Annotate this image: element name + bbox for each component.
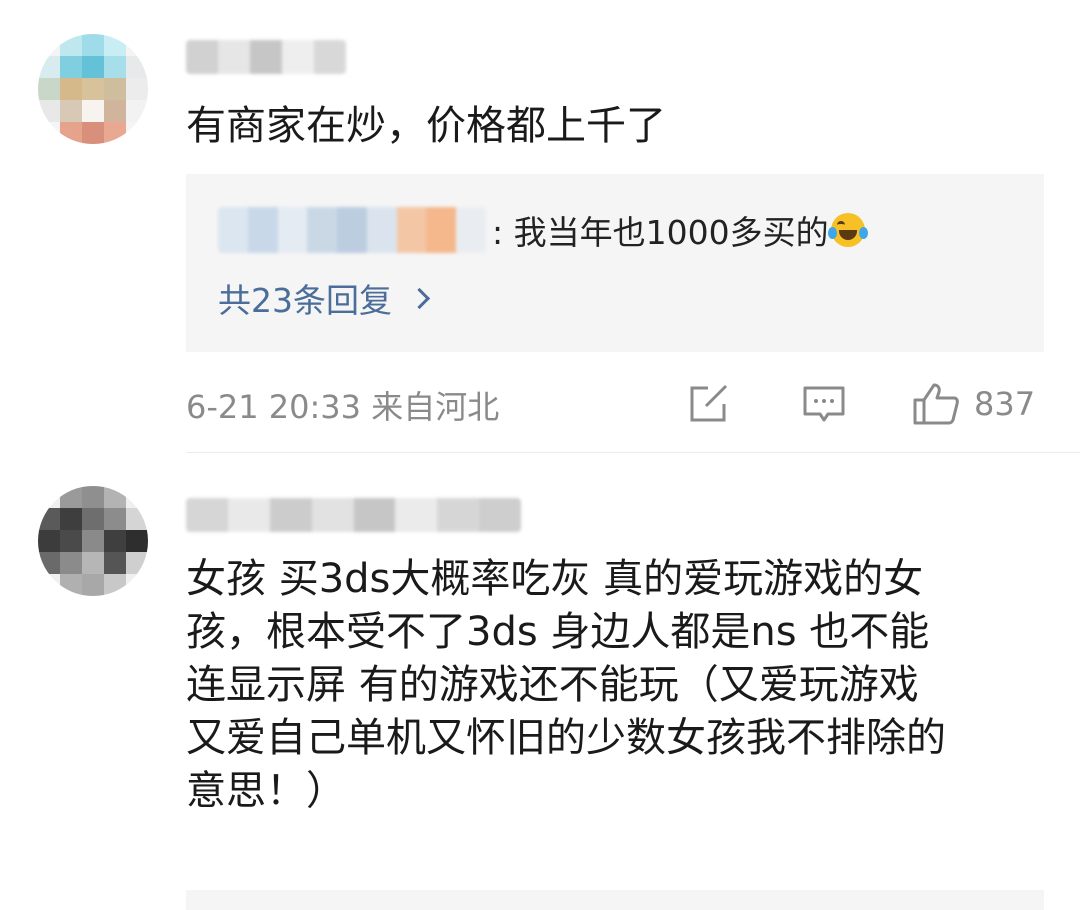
comment-item: 女孩 买3ds大概率吃灰 真的爱玩游戏的女 孩，根本受不了3ds 身边人都是ns… [0, 453, 1080, 910]
reply-username-blurred[interactable] [218, 207, 486, 253]
comment-text: 女孩 买3ds大概率吃灰 真的爱玩游戏的女 孩，根本受不了3ds 身边人都是ns… [186, 556, 946, 814]
like-count: 837 [974, 385, 1036, 423]
laugh-cry-emoji [827, 213, 868, 247]
chevron-right-icon [408, 287, 431, 309]
reply-line: : 我当年也1000多买的 [218, 204, 868, 256]
reply-preview[interactable]: : 我当年也1000多买的 共23条回复 [186, 174, 1044, 352]
comment-icon [803, 386, 845, 422]
reply-preview[interactable] [186, 890, 1044, 910]
share-icon [690, 384, 728, 422]
avatar[interactable] [38, 486, 148, 596]
reply-count-label: 共23条回复 [218, 281, 392, 320]
username-blurred[interactable] [186, 40, 346, 74]
like-button[interactable]: 837 [912, 382, 1035, 426]
comment-text: 有商家在炒，价格都上千了 [186, 103, 666, 149]
username-blurred[interactable] [186, 498, 521, 532]
reply-text: : 我当年也1000多买的 [492, 213, 829, 252]
avatar[interactable] [38, 34, 148, 144]
comment-meta: 6-21 20:33 来自河北 [186, 388, 500, 426]
comment-item: 有商家在炒，价格都上千了 : 我当年也1000多买的 共23条回复 6-21 2… [0, 0, 1080, 452]
thumbs-up-icon [913, 383, 959, 425]
comment-button[interactable] [802, 382, 846, 426]
share-button[interactable] [688, 382, 730, 426]
view-replies-link[interactable]: 共23条回复 [218, 274, 431, 322]
